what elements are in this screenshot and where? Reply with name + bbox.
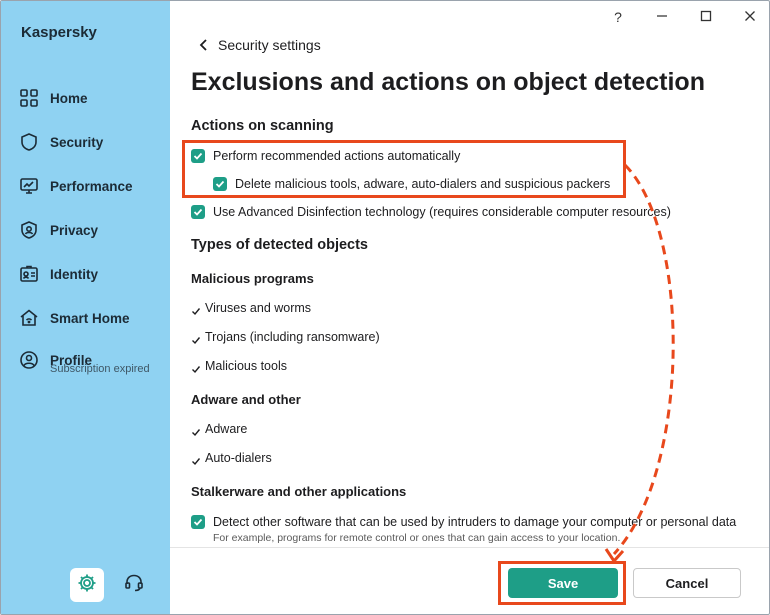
sidebar-item-security[interactable]: Security xyxy=(19,131,103,153)
back-link[interactable]: Security settings xyxy=(198,37,321,53)
sidebar-item-label: Performance xyxy=(50,178,133,194)
sidebar-item-home[interactable]: Home xyxy=(19,87,88,109)
checkbox-checked-icon xyxy=(191,515,205,529)
privacy-icon xyxy=(19,220,39,240)
check-icon xyxy=(191,453,201,466)
list-item: Malicious tools xyxy=(191,359,287,374)
main-content: Security settings Exclusions and actions… xyxy=(170,1,769,614)
sidebar-item-label: Security xyxy=(50,134,104,150)
sidebar-item-label: Identity xyxy=(50,266,99,282)
sidebar: Kaspersky Home Security Performance Priv… xyxy=(1,1,170,614)
smart-home-icon xyxy=(19,308,39,328)
support-button[interactable] xyxy=(117,568,151,602)
list-item: Viruses and worms xyxy=(191,301,311,316)
list-item: Auto-dialers xyxy=(191,451,272,466)
checkbox-checked-icon xyxy=(191,205,205,219)
highlight-box-save xyxy=(498,561,626,605)
section-title-types: Types of detected objects xyxy=(191,237,368,253)
check-icon xyxy=(191,424,201,437)
settings-button[interactable] xyxy=(70,568,104,602)
highlight-box-options xyxy=(182,140,626,198)
check-icon xyxy=(191,361,201,374)
sidebar-item-performance[interactable]: Performance xyxy=(19,175,133,197)
performance-icon xyxy=(19,176,39,196)
home-icon xyxy=(19,88,39,108)
app-window: Kaspersky Home Security Performance Priv… xyxy=(0,0,770,615)
sidebar-item-label: Smart Home xyxy=(50,310,130,326)
group-title-adware: Adware and other xyxy=(191,392,301,407)
identity-icon xyxy=(19,264,39,284)
list-item: Adware xyxy=(191,422,247,437)
sidebar-item-smart-home[interactable]: Smart Home xyxy=(19,307,130,329)
footer-divider xyxy=(170,547,769,548)
gear-icon xyxy=(77,573,97,598)
group-title-malicious: Malicious programs xyxy=(191,271,314,286)
subscription-status: Subscription expired xyxy=(50,363,150,375)
page-title: Exclusions and actions on object detecti… xyxy=(191,68,705,96)
brand-logo: Kaspersky xyxy=(21,24,97,41)
list-item: Trojans (including ransomware) xyxy=(191,330,380,345)
chevron-left-icon xyxy=(198,38,210,52)
sidebar-item-privacy[interactable]: Privacy xyxy=(19,219,98,241)
cancel-button[interactable]: Cancel xyxy=(633,568,741,598)
section-title-actions: Actions on scanning xyxy=(191,118,334,134)
sidebar-item-label: Privacy xyxy=(50,222,99,238)
breadcrumb: Security settings xyxy=(218,37,321,53)
sidebar-item-label: Home xyxy=(50,90,88,106)
hint-text: For example, programs for remote control… xyxy=(213,532,621,544)
check-icon xyxy=(191,332,201,345)
checkbox-label: Use Advanced Disinfection technology (re… xyxy=(213,205,671,219)
shield-icon xyxy=(19,132,39,152)
profile-icon xyxy=(19,350,39,370)
group-title-stalkerware: Stalkerware and other applications xyxy=(191,484,407,499)
checkbox-label: Detect other software that can be used b… xyxy=(213,515,737,529)
checkbox-detect-other-software[interactable]: Detect other software that can be used b… xyxy=(191,515,736,529)
check-icon xyxy=(191,303,201,316)
sidebar-item-identity[interactable]: Identity xyxy=(19,263,98,285)
headset-icon xyxy=(124,573,144,598)
checkbox-advanced-disinfection[interactable]: Use Advanced Disinfection technology (re… xyxy=(191,205,671,219)
